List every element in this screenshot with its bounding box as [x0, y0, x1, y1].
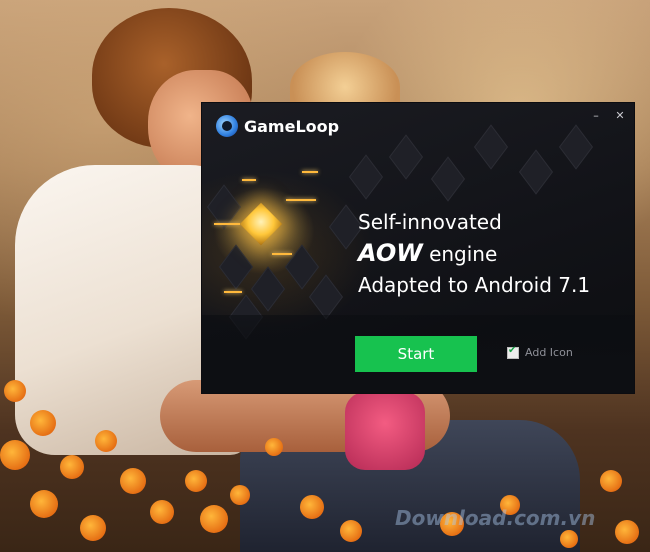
decor-cube: [348, 154, 384, 200]
headline-line-2: AOW engine: [358, 238, 590, 270]
watermark-text: Download.com.vn: [395, 506, 596, 530]
glowing-cube: [239, 202, 283, 246]
wallpaper-flower: [200, 505, 228, 533]
gameloop-logo: GameLoop: [216, 115, 339, 137]
headline-engine: engine: [422, 242, 498, 266]
start-button[interactable]: Start: [355, 336, 477, 372]
decor-cube: [473, 124, 509, 170]
wallpaper-flower: [600, 470, 622, 492]
wallpaper-flower: [30, 410, 56, 436]
headline: Self-innovated AOW engine Adapted to And…: [358, 207, 590, 301]
decor-spark: [302, 171, 318, 173]
gameloop-installer-window: GameLoop – ✕ Self-innovated AOW engine A…: [202, 103, 634, 393]
decor-spark: [242, 179, 256, 181]
wallpaper-flower: [560, 530, 578, 548]
wallpaper-flower: [120, 468, 146, 494]
wallpaper-flower: [150, 500, 174, 524]
close-button[interactable]: ✕: [613, 109, 627, 123]
add-icon-label: Add Icon: [525, 346, 573, 359]
decor-spark: [214, 223, 240, 225]
headline-line-1: Self-innovated: [358, 210, 502, 234]
wallpaper-flower: [185, 470, 207, 492]
headline-aow: AOW: [358, 239, 423, 267]
wallpaper-flower: [615, 520, 639, 544]
wallpaper-flower: [265, 438, 283, 456]
decor-cube: [218, 244, 254, 290]
add-icon-option[interactable]: Add Icon: [507, 345, 573, 359]
decor-cube: [430, 156, 466, 202]
wallpaper-flower: [30, 490, 58, 518]
wallpaper-flower: [300, 495, 324, 519]
decor-spark: [286, 199, 316, 201]
gameloop-logo-icon: [216, 115, 238, 137]
logo-text: GameLoop: [244, 116, 340, 136]
wallpaper-flower: [340, 520, 362, 542]
decor-cube: [308, 274, 344, 320]
wallpaper-flower: [80, 515, 106, 541]
wallpaper-flower: [0, 440, 30, 470]
wallpaper-flower: [60, 455, 84, 479]
wallpaper-flower: [230, 485, 250, 505]
decor-cube: [250, 266, 286, 312]
decor-spark: [224, 291, 242, 293]
decor-cube: [284, 244, 320, 290]
decor-cube: [388, 134, 424, 180]
minimize-button[interactable]: –: [589, 109, 603, 123]
wallpaper-flower: [95, 430, 117, 452]
headline-line-3: Adapted to Android 7.1: [358, 273, 591, 297]
decor-spark: [272, 253, 292, 255]
decor-cube: [518, 149, 554, 195]
add-icon-checkbox[interactable]: [507, 345, 519, 359]
decor-cube: [558, 124, 594, 170]
wallpaper-flower: [4, 380, 26, 402]
wallpaper-child-dress: [345, 392, 425, 470]
